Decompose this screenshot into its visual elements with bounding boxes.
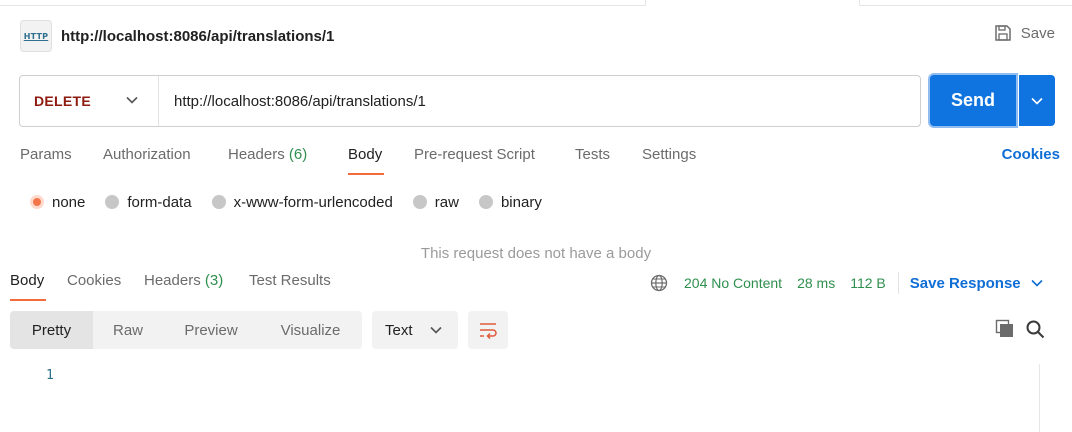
send-options-button[interactable] bbox=[1019, 75, 1055, 126]
radio-unselected-icon bbox=[211, 195, 226, 209]
http-icon-label: HTTP bbox=[23, 31, 49, 41]
tab-prerequest-script[interactable]: Pre-request Script bbox=[414, 146, 535, 163]
radio-unselected-icon bbox=[105, 195, 120, 209]
response-time[interactable]: 28 ms bbox=[797, 275, 835, 291]
tab-authorization[interactable]: Authorization bbox=[103, 146, 191, 163]
save-icon bbox=[995, 25, 1011, 41]
response-headers-count: (3) bbox=[204, 272, 224, 289]
radio-urlencoded[interactable]: x-www-form-urlencoded bbox=[211, 193, 393, 211]
save-label: Save bbox=[1020, 24, 1055, 42]
http-request-icon: HTTP bbox=[20, 20, 52, 52]
url-input[interactable]: http://localhost:8086/api/translations/1 bbox=[174, 93, 426, 110]
radio-none-label: none bbox=[52, 193, 86, 211]
chevron-down-icon bbox=[126, 96, 138, 104]
chevron-down-icon bbox=[1031, 97, 1043, 105]
chevron-down-icon bbox=[430, 326, 442, 334]
response-tab-headers-label: Headers bbox=[144, 272, 201, 289]
tab-body[interactable]: Body bbox=[348, 146, 382, 163]
response-status[interactable]: 204 No Content bbox=[684, 275, 782, 291]
response-tab-cookies[interactable]: Cookies bbox=[67, 272, 121, 289]
view-mode-tabs: Pretty Raw Preview Visualize bbox=[10, 311, 362, 349]
radio-unselected-icon bbox=[412, 195, 427, 209]
method-select[interactable]: DELETE bbox=[20, 76, 159, 126]
radio-binary[interactable]: binary bbox=[478, 193, 542, 211]
scrollbar[interactable] bbox=[1039, 364, 1040, 432]
format-select[interactable]: Text bbox=[372, 311, 458, 349]
view-visualize[interactable]: Visualize bbox=[259, 311, 362, 349]
window-tab-strip bbox=[0, 0, 1072, 6]
wrap-lines-icon bbox=[480, 323, 497, 339]
active-tab-indicator bbox=[10, 299, 46, 301]
response-tab-headers[interactable]: Headers (3) bbox=[144, 272, 223, 289]
tab-strip-border bbox=[859, 5, 1072, 6]
tab-settings[interactable]: Settings bbox=[642, 146, 696, 163]
line-number: 1 bbox=[46, 368, 54, 383]
tab-tests[interactable]: Tests bbox=[575, 146, 610, 163]
save-response-button[interactable]: Save Response bbox=[910, 275, 1043, 292]
tab-headers-label: Headers bbox=[228, 146, 285, 163]
url-bar: DELETE http://localhost:8086/api/transla… bbox=[19, 75, 921, 127]
radio-raw[interactable]: raw bbox=[412, 193, 459, 211]
radio-urlencoded-label: x-www-form-urlencoded bbox=[233, 193, 393, 211]
headers-count: (6) bbox=[288, 146, 308, 163]
request-tabs: Params Authorization Headers (6) Body Pr… bbox=[20, 146, 1060, 176]
radio-selected-icon bbox=[30, 195, 44, 209]
request-header: HTTP http://localhost:8086/api/translati… bbox=[20, 20, 1060, 52]
globe-icon[interactable] bbox=[650, 274, 668, 292]
divider bbox=[897, 272, 899, 294]
body-type-radio-group: none form-data x-www-form-urlencoded raw… bbox=[30, 192, 562, 212]
radio-form-data[interactable]: form-data bbox=[105, 193, 192, 211]
send-button[interactable]: Send bbox=[930, 75, 1016, 126]
response-size[interactable]: 112 B bbox=[850, 275, 886, 291]
response-tab-body[interactable]: Body bbox=[10, 272, 44, 289]
copy-icon[interactable] bbox=[995, 319, 1015, 339]
radio-unselected-icon bbox=[478, 195, 493, 209]
save-button[interactable]: Save bbox=[994, 24, 1055, 42]
no-body-message: This request does not have a body bbox=[420, 245, 652, 261]
search-icon[interactable] bbox=[1025, 319, 1045, 339]
response-meta: 204 No Content 28 ms 112 B Save Response bbox=[650, 272, 1043, 294]
view-preview[interactable]: Preview bbox=[163, 311, 259, 349]
response-tabs: Body Cookies Headers (3) Test Results 20… bbox=[10, 272, 1060, 302]
radio-binary-label: binary bbox=[500, 193, 542, 211]
cookies-link[interactable]: Cookies bbox=[1002, 146, 1060, 163]
radio-none[interactable]: none bbox=[30, 194, 85, 211]
tab-headers[interactable]: Headers (6) bbox=[228, 146, 307, 163]
view-pretty[interactable]: Pretty bbox=[10, 311, 93, 349]
tab-strip-border bbox=[0, 5, 645, 6]
save-response-label: Save Response bbox=[909, 274, 1021, 292]
radio-raw-label: raw bbox=[434, 193, 459, 211]
tab-separator bbox=[645, 0, 646, 6]
format-select-value: Text bbox=[385, 321, 413, 339]
tab-params[interactable]: Params bbox=[20, 146, 72, 163]
method-label: DELETE bbox=[34, 93, 92, 109]
response-body-editor[interactable]: 1 bbox=[0, 360, 1072, 432]
radio-form-data-label: form-data bbox=[127, 193, 192, 211]
active-tab-indicator bbox=[348, 173, 384, 175]
chevron-down-icon bbox=[1031, 279, 1043, 287]
view-raw[interactable]: Raw bbox=[93, 311, 163, 349]
wrap-lines-button[interactable] bbox=[468, 311, 508, 349]
request-title[interactable]: http://localhost:8086/api/translations/1 bbox=[61, 28, 334, 45]
response-tab-test-results[interactable]: Test Results bbox=[249, 272, 331, 289]
